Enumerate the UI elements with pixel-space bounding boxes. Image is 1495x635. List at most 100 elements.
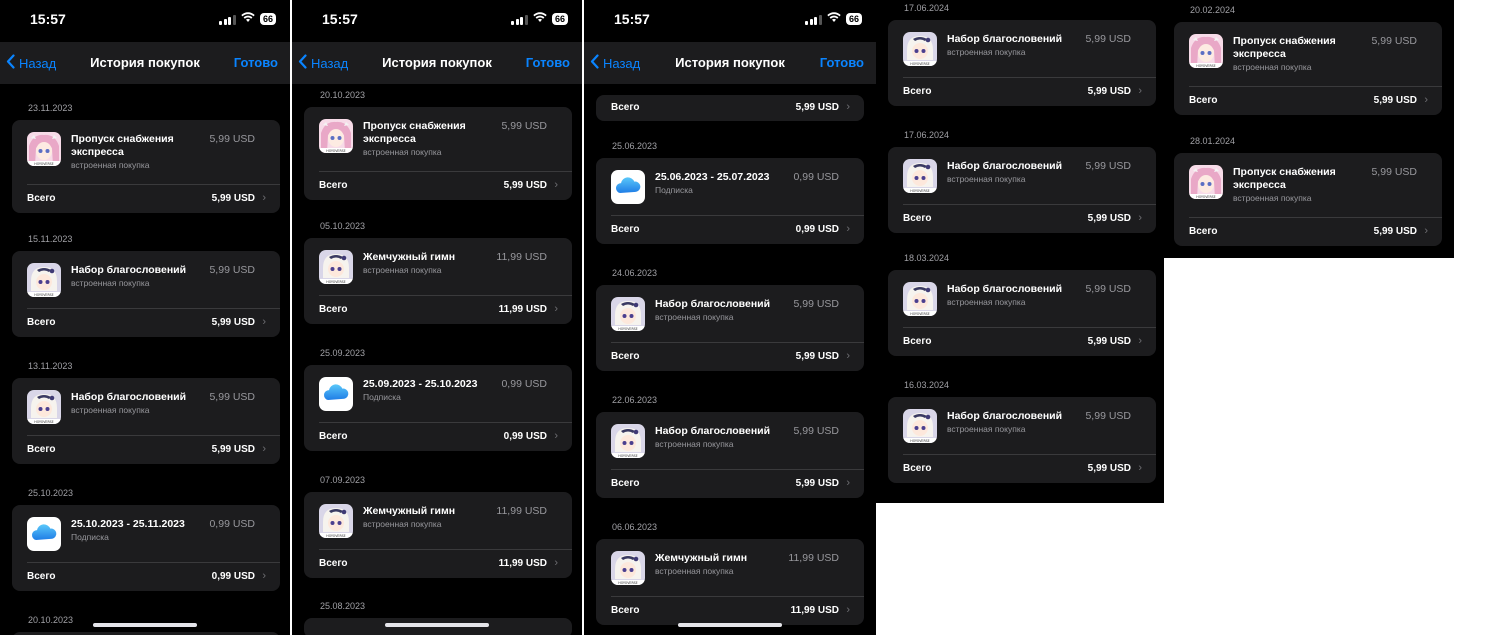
item-price: 11,99 USD bbox=[496, 505, 547, 517]
purchase-card[interactable]: HOYOVERSE Жемчужный гимн встроенная покупк… bbox=[596, 539, 864, 625]
chevron-right-icon: › bbox=[846, 477, 850, 489]
home-indicator[interactable] bbox=[385, 623, 489, 627]
total-label: Всего bbox=[1189, 95, 1218, 106]
item-type: встроенная покупка bbox=[947, 174, 1026, 184]
divider bbox=[611, 215, 864, 216]
total-label: Всего bbox=[319, 180, 348, 191]
purchase-card[interactable]: HOYOVERSE Набор благословений встроенная п… bbox=[596, 285, 864, 371]
total-label: Всего bbox=[319, 431, 348, 442]
screenshot-panel-4: 17.06.2024 HOYOVERSE Набор благословений вс… bbox=[876, 0, 1164, 503]
purchase-card[interactable]: HOYOVERSE Жемчужный гимн встроенная покупк… bbox=[304, 492, 572, 578]
purchase-card[interactable]: HOYOVERSE Пропуск снабжения экспресса встр… bbox=[304, 107, 572, 200]
item-name: Набор благословений bbox=[655, 425, 771, 437]
purchase-card[interactable]: HOYOVERSE Пропуск снабжения экспресса встр… bbox=[1174, 153, 1442, 246]
item-type: встроенная покупка bbox=[71, 405, 150, 415]
purchase-card[interactable]: 25.10.2023 - 25.11.2023 Подписка 0,99 USD В… bbox=[12, 505, 280, 591]
item-type: Подписка bbox=[71, 532, 109, 542]
purchase-date: 07.09.2023 bbox=[320, 475, 366, 485]
paimon-icon: HOYOVERSE bbox=[27, 390, 61, 424]
done-button[interactable]: Готово bbox=[234, 55, 278, 70]
purchase-card[interactable]: HOYOVERSE Набор благословений встроенная п… bbox=[888, 270, 1156, 356]
svg-text:HOYOVERSE: HOYOVERSE bbox=[618, 581, 637, 585]
item-type: встроенная покупка bbox=[1233, 193, 1312, 203]
divider bbox=[903, 454, 1156, 455]
total-label: Всего bbox=[903, 336, 932, 347]
svg-text:HOYOVERSE: HOYOVERSE bbox=[326, 280, 345, 284]
item-price: 5,99 USD bbox=[793, 298, 839, 310]
total-label: Всего bbox=[27, 193, 56, 204]
item-name: Набор благословений bbox=[655, 298, 771, 310]
purchase-card[interactable]: HOYOVERSE Набор благословений встроенная п… bbox=[596, 412, 864, 498]
total-label: Всего bbox=[611, 224, 640, 235]
divider bbox=[611, 469, 864, 470]
status-icons: 66 bbox=[805, 12, 862, 26]
chevron-right-icon: › bbox=[262, 570, 266, 582]
purchase-card[interactable]: HOYOVERSE Набор благословений встроенная п… bbox=[12, 378, 280, 464]
svg-text:HOYOVERSE: HOYOVERSE bbox=[34, 293, 53, 297]
item-name: 25.10.2023 - 25.11.2023 bbox=[71, 518, 185, 530]
divider bbox=[27, 562, 280, 563]
item-name: Набор благословений bbox=[71, 264, 187, 276]
purchase-card[interactable]: HOYOVERSE Набор благословений встроенная п… bbox=[12, 251, 280, 337]
cellular-signal-icon bbox=[805, 14, 822, 25]
status-time: 15:57 bbox=[614, 11, 650, 27]
done-button[interactable]: Готово bbox=[526, 55, 570, 70]
home-indicator[interactable] bbox=[678, 623, 782, 627]
purchase-card[interactable]: HOYOVERSE Жемчужный гимн встроенная покупк… bbox=[304, 238, 572, 324]
item-price: 5,99 USD bbox=[209, 391, 255, 403]
item-name: Пропуск снабжения экспресса bbox=[1233, 166, 1336, 191]
purchase-date: 22.06.2023 bbox=[612, 395, 658, 405]
paimon-icon: HOYOVERSE bbox=[903, 409, 937, 443]
total-price: 5,99 USD bbox=[795, 478, 839, 489]
purchase-date: 23.11.2023 bbox=[28, 103, 73, 113]
home-indicator[interactable] bbox=[93, 623, 197, 627]
purchase-card[interactable]: HOYOVERSE Пропуск снабжения экспресса встр… bbox=[12, 120, 280, 213]
svg-text:HOYOVERSE: HOYOVERSE bbox=[910, 439, 929, 443]
item-type: Подписка bbox=[363, 392, 401, 402]
purchase-card[interactable]: HOYOVERSE Набор благословений встроенная п… bbox=[888, 20, 1156, 106]
item-name: Набор благословений bbox=[947, 283, 1063, 295]
purchase-card[interactable]: HOYOVERSE Пропуск снабжения экспресса встр… bbox=[1174, 22, 1442, 115]
navigation-bar: Назад История покупок Готово bbox=[292, 42, 582, 84]
chevron-right-icon: › bbox=[262, 316, 266, 328]
battery-icon: 66 bbox=[845, 13, 862, 25]
chevron-right-icon: › bbox=[1424, 94, 1428, 106]
chevron-right-icon: › bbox=[846, 604, 850, 616]
purchase-total-row[interactable]: Всего 5,99 USD › bbox=[596, 95, 864, 121]
character-art-icon: HOYOVERSE bbox=[27, 132, 61, 166]
item-name: Набор благословений bbox=[947, 33, 1063, 45]
status-icons: 66 bbox=[511, 12, 568, 26]
purchase-card[interactable]: HOYOVERSE Набор благословений встроенная п… bbox=[888, 397, 1156, 483]
divider bbox=[27, 435, 280, 436]
total-label: Всего bbox=[903, 213, 932, 224]
total-price: 5,99 USD bbox=[211, 317, 255, 328]
purchase-card[interactable]: HOYOVERSE Набор благословений встроенная п… bbox=[888, 147, 1156, 233]
total-label: Всего bbox=[319, 304, 348, 315]
item-price: 5,99 USD bbox=[1085, 33, 1131, 45]
purchase-card[interactable]: 25.09.2023 - 25.10.2023 Подписка 0,99 USD В… bbox=[304, 365, 572, 451]
chevron-right-icon: › bbox=[554, 557, 558, 569]
purchase-date: 25.08.2023 bbox=[320, 601, 366, 611]
chevron-right-icon: › bbox=[1424, 225, 1428, 237]
total-price: 5,99 USD bbox=[1087, 463, 1131, 474]
item-price: 5,99 USD bbox=[1085, 283, 1131, 295]
wifi-icon bbox=[827, 10, 841, 28]
purchase-date: 17.06.2024 bbox=[904, 3, 950, 13]
item-type: встроенная покупка bbox=[71, 278, 150, 288]
item-name: Набор благословений bbox=[947, 160, 1063, 172]
chevron-right-icon: › bbox=[554, 179, 558, 191]
screenshot-panel-2: 15:57 66 Назад История покупок Готово 20.10.2… bbox=[292, 0, 582, 635]
purchase-card[interactable]: 25.06.2023 - 25.07.2023 Подписка 0,99 USD В… bbox=[596, 158, 864, 244]
divider bbox=[611, 596, 864, 597]
purchase-date: 28.01.2024 bbox=[1190, 136, 1236, 146]
total-price: 5,99 USD bbox=[795, 351, 839, 362]
character-art-icon: HOYOVERSE bbox=[1189, 34, 1223, 68]
total-price: 11,99 USD bbox=[790, 605, 839, 616]
done-button[interactable]: Готово bbox=[820, 55, 864, 70]
divider bbox=[1189, 86, 1442, 87]
chevron-right-icon: › bbox=[1138, 85, 1142, 97]
paimon-icon: HOYOVERSE bbox=[611, 297, 645, 331]
purchase-date: 25.10.2023 bbox=[28, 488, 74, 498]
cellular-signal-icon bbox=[219, 14, 236, 25]
purchase-date: 20.10.2023 bbox=[28, 615, 74, 625]
